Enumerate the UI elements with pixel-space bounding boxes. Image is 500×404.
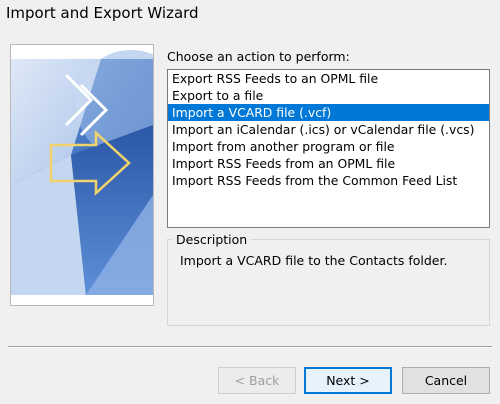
action-listbox[interactable]: Export RSS Feeds to an OPML file Export … [167,69,490,228]
list-item-import-rss-common-feed[interactable]: Import RSS Feeds from the Common Feed Li… [168,172,489,189]
description-group: Description Import a VCARD file to the C… [167,232,490,326]
list-item-import-vcard[interactable]: Import a VCARD file (.vcf) [168,104,489,121]
list-item-import-rss-opml[interactable]: Import RSS Feeds from an OPML file [168,155,489,172]
wizard-banner-image [10,44,154,306]
wizard-banner-arrows-image [11,50,153,305]
back-button[interactable]: < Back [218,367,296,394]
action-prompt-label: Choose an action to perform: [167,49,350,64]
list-item-export-to-file[interactable]: Export to a file [168,87,489,104]
description-text: Import a VCARD file to the Contacts fold… [180,253,448,268]
list-item-export-rss-opml[interactable]: Export RSS Feeds to an OPML file [168,70,489,87]
description-label: Description [172,232,252,247]
window-title: Import and Export Wizard [6,4,199,22]
next-button[interactable]: Next > [304,367,392,394]
cancel-button[interactable]: Cancel [402,367,490,394]
footer-separator [8,346,492,348]
list-item-import-from-program[interactable]: Import from another program or file [168,138,489,155]
list-item-import-icalendar[interactable]: Import an iCalendar (.ics) or vCalendar … [168,121,489,138]
title-bar: Import and Export Wizard [0,0,500,28]
